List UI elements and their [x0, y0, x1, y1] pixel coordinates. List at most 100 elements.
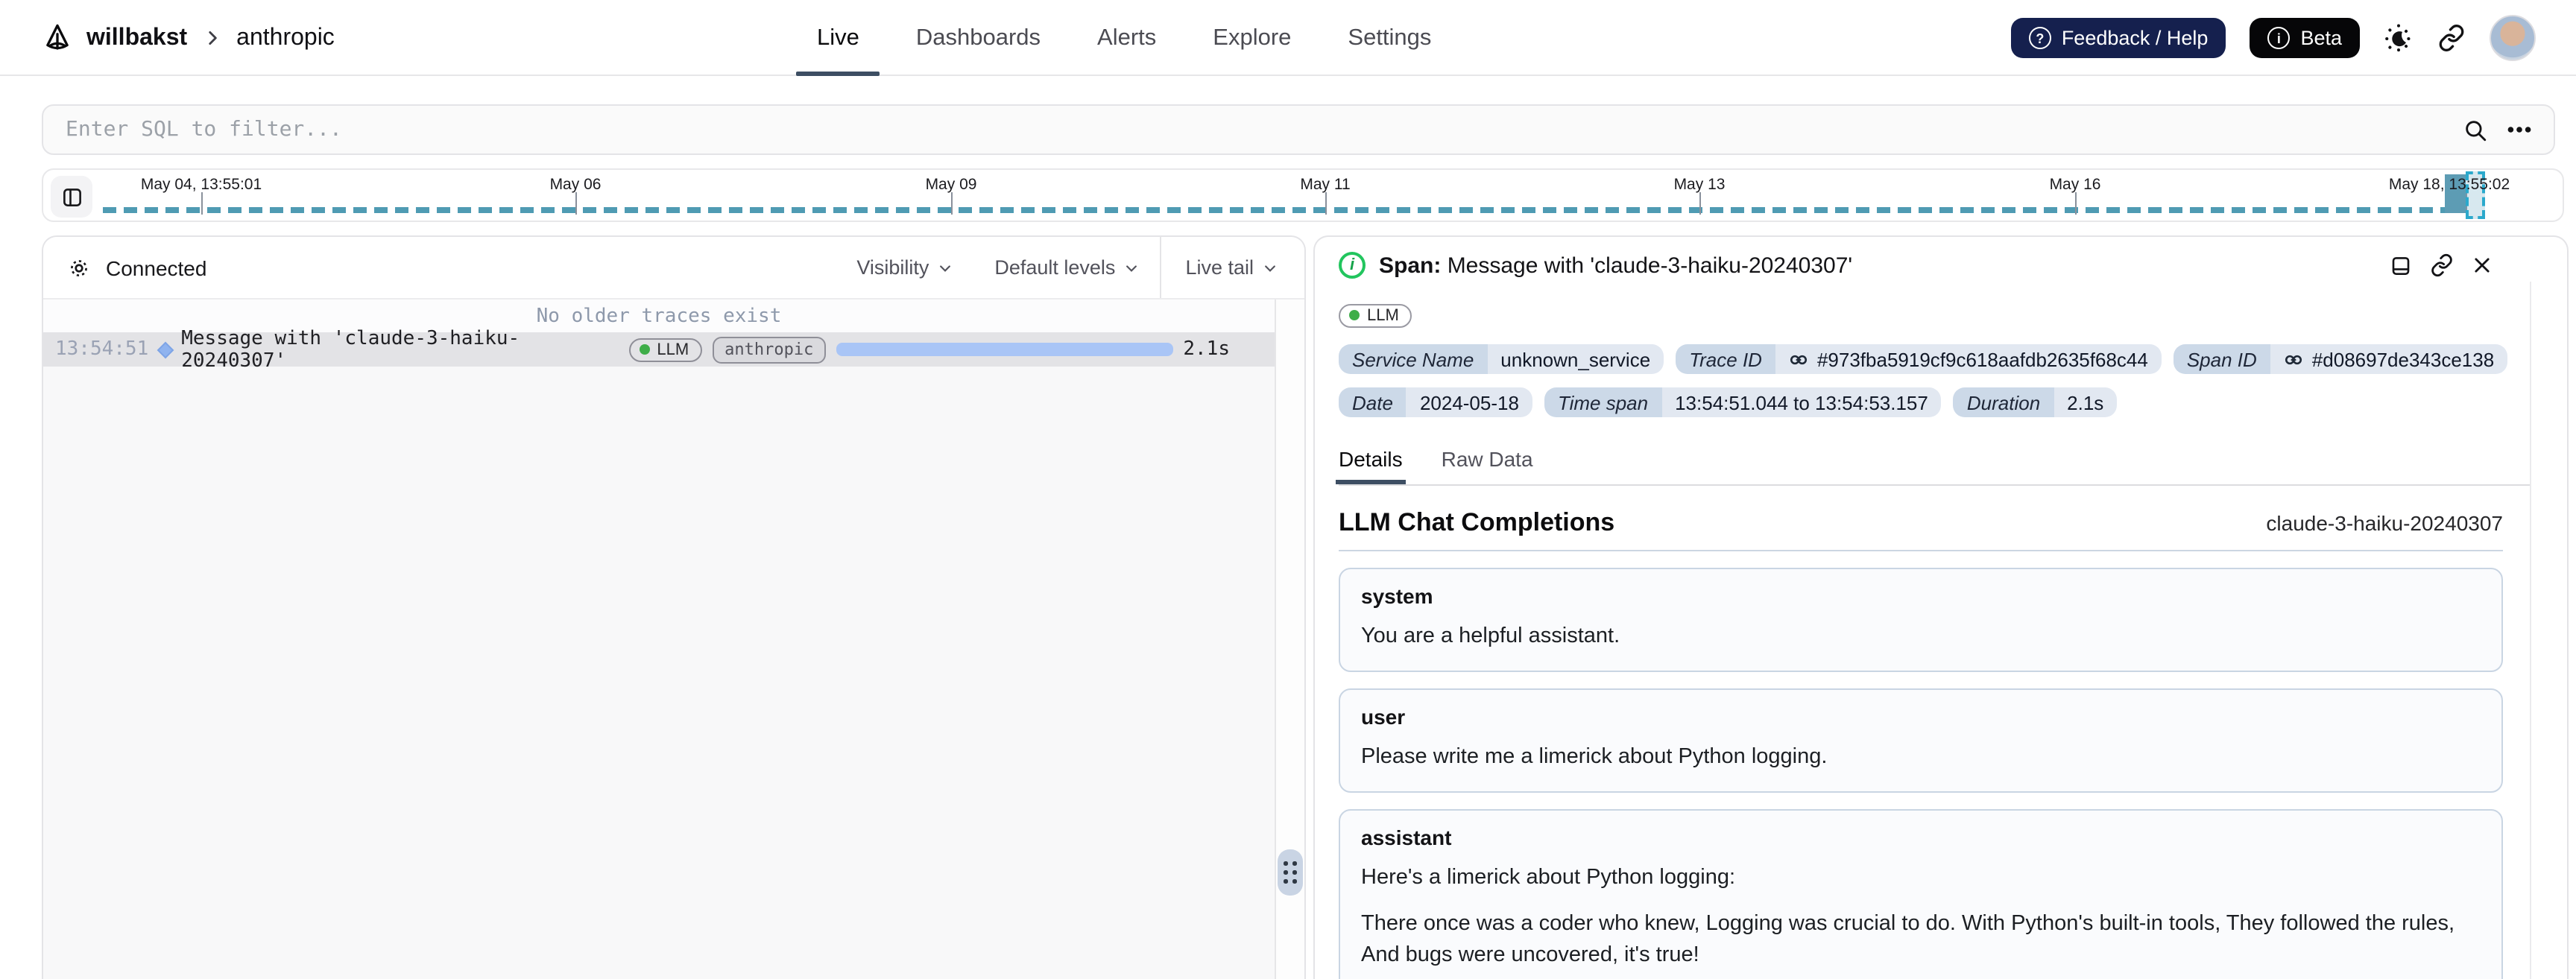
breadcrumb-project[interactable]: anthropic: [236, 25, 335, 51]
attr-label: Trace ID: [1676, 344, 1775, 374]
trace-row-meta: LLM anthropic 2.1s: [628, 336, 1230, 363]
close-panel-button[interactable]: [2472, 255, 2493, 276]
nav-tab-settings-label: Settings: [1348, 25, 1432, 50]
message-card-system: system You are a helpful assistant.: [1339, 568, 2503, 673]
span-diamond-icon: [156, 340, 174, 358]
span-attributes-row-1: Service Name unknown_service Trace ID #9…: [1339, 344, 2543, 374]
breadcrumb-org[interactable]: willbakst: [86, 25, 187, 51]
span-panel-scrollbar-track[interactable]: [2530, 282, 2531, 979]
tab-raw-data[interactable]: Raw Data: [1442, 447, 1533, 478]
timeline-axis: [103, 207, 2445, 212]
timeline-tick: [1325, 192, 1327, 215]
info-circle-icon: i: [2267, 27, 2291, 49]
span-attributes-row-2: Date 2024-05-18 Time span 13:54:51.044 t…: [1339, 387, 2543, 417]
timeline-histogram[interactable]: May 04, 13:55:01 May 06 May 09 May 11 Ma…: [42, 168, 2564, 222]
theme-toggle-button[interactable]: [2384, 23, 2414, 53]
link-icon: [1789, 349, 1808, 369]
live-tail-dropdown[interactable]: Live tail: [1160, 237, 1304, 298]
breadcrumb: willbakst anthropic: [42, 0, 335, 76]
span-tag-row: LLM: [1339, 301, 2567, 328]
span-id-value: #d08697de343ce138: [2311, 348, 2495, 370]
nav-tab-explore[interactable]: Explore: [1213, 0, 1291, 76]
search-icon[interactable]: [2463, 117, 2488, 142]
close-icon: [2472, 255, 2493, 276]
llm-tag-label: LLM: [657, 340, 689, 358]
visibility-label: Visibility: [856, 256, 929, 279]
message-role: assistant: [1361, 826, 1452, 850]
feedback-help-button[interactable]: ? Feedback / Help: [2010, 18, 2226, 58]
default-levels-dropdown[interactable]: Default levels: [973, 237, 1160, 298]
nav-tab-dashboards[interactable]: Dashboards: [916, 0, 1041, 76]
visibility-dropdown[interactable]: Visibility: [836, 237, 973, 298]
nav-tab-dashboards-label: Dashboards: [915, 25, 1041, 50]
span-detail-panel: i Span: Message with 'claude-3-haiku-202…: [1313, 235, 2569, 979]
tab-details-label: Details: [1339, 447, 1403, 471]
message-card-assistant: assistant Here's a limerick about Python…: [1339, 809, 2503, 979]
span-title-prefix: Span:: [1379, 253, 1442, 278]
llm-tag-label: LLM: [1367, 306, 1399, 324]
green-dot-icon: [1349, 310, 1360, 320]
timeline-tick: [2075, 192, 2077, 215]
section-title: LLM Chat Completions: [1339, 508, 1615, 536]
attr-label: Time span: [1544, 387, 1662, 417]
span-header-actions: [2390, 253, 2493, 277]
attr-label: Service Name: [1339, 344, 1488, 374]
share-link-button[interactable]: [2437, 24, 2466, 52]
traces-panel-header: Connected Visibility Default levels Live…: [43, 237, 1304, 300]
timeline-tick-label: May 11: [1300, 176, 1351, 194]
nav-tab-alerts[interactable]: Alerts: [1097, 0, 1156, 76]
gear-icon[interactable]: [67, 256, 91, 279]
top-bar: willbakst anthropic Live Dashboards Aler…: [0, 0, 2576, 76]
attr-duration: Duration 2.1s: [1953, 387, 2118, 417]
chevron-down-icon: [1124, 260, 1139, 275]
copy-span-link-button[interactable]: [2430, 253, 2454, 277]
timeline-tick-label: May 16: [2049, 176, 2101, 194]
active-tab-underline: [796, 72, 880, 76]
completions-section-header: LLM Chat Completions claude-3-haiku-2024…: [1339, 508, 2503, 538]
dock-panel-bottom-button[interactable]: [2390, 254, 2412, 276]
nav-tab-alerts-label: Alerts: [1097, 25, 1157, 50]
chevron-down-icon: [938, 260, 953, 275]
timeline-tick: [201, 192, 203, 215]
attr-value: 13:54:51.044 to 13:54:53.157: [1661, 387, 1942, 417]
trace-message: Message with 'claude-3-haiku-20240307': [181, 327, 520, 372]
attr-trace-id: Trace ID #973fba5919cf9c618aafdb2635f68c…: [1676, 344, 2162, 374]
attr-value[interactable]: #973fba5919cf9c618aafdb2635f68c44: [1775, 344, 2162, 374]
green-dot-icon: [639, 344, 650, 355]
logfire-logo-icon: [42, 22, 73, 54]
traces-panel: Connected Visibility Default levels Live…: [42, 235, 1306, 979]
message-text: Here's a limerick about Python logging:: [1361, 866, 1736, 890]
nav-tab-settings[interactable]: Settings: [1348, 0, 1431, 76]
tab-details[interactable]: Details: [1336, 447, 1406, 484]
attr-label: Date: [1339, 387, 1407, 417]
llm-tag-badge: LLM: [1339, 303, 1412, 327]
nav-tab-live[interactable]: Live: [796, 0, 880, 76]
panel-left-icon: [60, 186, 83, 208]
tabs-divider: [1339, 484, 2530, 486]
sql-filter-input[interactable]: [66, 118, 2463, 142]
timeline-tick: [575, 192, 577, 215]
timeline-tick-label: May 06: [549, 176, 602, 194]
trace-duration-bar: [836, 343, 1173, 356]
sidebar-toggle-button[interactable]: [51, 176, 92, 218]
attr-value[interactable]: #d08697de343ce138: [2270, 344, 2508, 374]
more-options-icon[interactable]: [2507, 125, 2531, 134]
trace-duration: 2.1s: [1183, 338, 1230, 361]
user-avatar[interactable]: [2490, 15, 2536, 61]
message-text: Please write me a limerick about Python …: [1361, 745, 1828, 770]
dock-bottom-icon: [2390, 254, 2412, 276]
message-card-user: user Please write me a limerick about Py…: [1339, 688, 2503, 793]
timeline-tick-label: May 13: [1673, 176, 1726, 194]
link-icon: [2284, 349, 2303, 369]
beta-button[interactable]: i Beta: [2250, 18, 2360, 58]
trace-timestamp: 13:54:51: [55, 338, 149, 361]
trace-row-selected[interactable]: 13:54:51 Message with 'claude-3-haiku-20…: [43, 327, 1275, 372]
timeline-tick-label: May 04, 13:55:01: [140, 176, 262, 194]
feedback-help-label: Feedback / Help: [2061, 27, 2209, 49]
panel-resize-handle[interactable]: [1278, 849, 1303, 896]
vendor-tag-badge: anthropic: [713, 336, 826, 363]
timeline-tick: [1699, 192, 1701, 215]
main-nav: Live Dashboards Alerts Explore Settings: [796, 0, 1431, 76]
tab-raw-data-label: Raw Data: [1441, 447, 1533, 471]
message-role: user: [1361, 705, 1406, 729]
